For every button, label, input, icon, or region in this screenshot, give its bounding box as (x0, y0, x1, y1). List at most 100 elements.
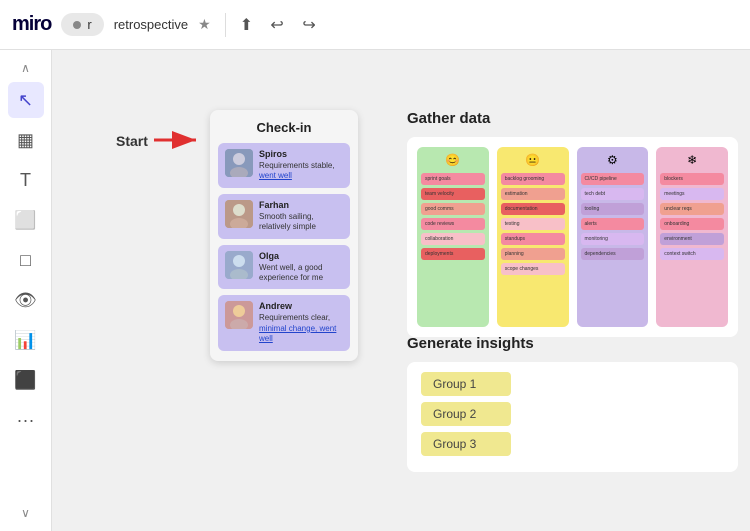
checkin-card-andrew: Andrew Requirements clear, minimal chang… (218, 295, 350, 350)
more-icon: ··· (17, 410, 35, 431)
avatar-farhan (225, 200, 253, 228)
sticky-11: standups (501, 233, 565, 245)
upload-icon[interactable]: ⬆ (240, 15, 253, 35)
eye-tool-button[interactable]: 👁 (8, 282, 44, 318)
card-content-olga: Olga Went well, a good experience for me (259, 251, 343, 284)
card-text-olga: Went well, a good experience for me (259, 263, 343, 284)
board-title: retrospective (114, 17, 188, 32)
emoji-green: 😊 (421, 153, 485, 167)
sticky-13: scope changes (501, 263, 565, 275)
redo-button[interactable]: ↪ (295, 11, 323, 39)
sticky-7: backlog grooming (501, 173, 565, 185)
sticky-12: planning (501, 248, 565, 260)
avatar-andrew (225, 301, 253, 329)
avatar-spiros (225, 149, 253, 177)
board-col-green: 😊 sprint goals team velocity good comms … (417, 147, 489, 327)
chevron-down-icon: ∨ (21, 506, 30, 520)
sticky-5: collaboration (421, 233, 485, 245)
sticky-16: tooling (581, 203, 645, 215)
insight-group-2[interactable]: Group 2 (421, 402, 511, 426)
sticky-6: deployments (421, 248, 485, 260)
sticky-9: documentation (501, 203, 565, 215)
card-content-andrew: Andrew Requirements clear, minimal chang… (259, 301, 343, 344)
eye-icon: 👁 (14, 290, 37, 311)
gather-data-title: Gather data (407, 110, 738, 127)
checkin-title: Check-in (218, 120, 350, 135)
checkin-panel: Check-in Spiros Requirements stable, wen… (210, 110, 358, 361)
insights-board: Group 1 Group 2 Group 3 (407, 362, 738, 472)
table-icon: ▦ (17, 130, 34, 151)
sticky-18: monitoring (581, 233, 645, 245)
tab-indicator: r (87, 17, 91, 32)
checkin-card-farhan: Farhan Smooth sailing, relatively simple (218, 194, 350, 239)
insight-group-1[interactable]: Group 1 (421, 372, 511, 396)
card-text-farhan: Smooth sailing, relatively simple (259, 212, 343, 233)
sticky-14: CI/CD pipeline (581, 173, 645, 185)
frame-icon: ⬛ (14, 370, 36, 391)
shape-icon: □ (20, 250, 31, 271)
frame-tool-button[interactable]: ⬛ (8, 362, 44, 398)
chart-icon: 📊 (14, 330, 36, 351)
topbar: miro r retrospective ★ ⬆ ↩ ↪ (0, 0, 750, 50)
card-name-spiros: Spiros (259, 149, 343, 159)
insight-group-3[interactable]: Group 3 (421, 432, 511, 456)
left-toolbar: ∧ ↖ ▦ T ⬜ □ 👁 📊 ⬛ ··· ∨ (0, 50, 52, 531)
sticky-10: testing (501, 218, 565, 230)
gather-board: 😊 sprint goals team velocity good comms … (407, 137, 738, 337)
checkin-card-olga: Olga Went well, a good experience for me (218, 245, 350, 290)
main-area: ∧ ↖ ▦ T ⬜ □ 👁 📊 ⬛ ··· ∨ (0, 50, 750, 531)
divider (225, 13, 226, 37)
start-arrow (152, 126, 202, 154)
checkin-card-spiros: Spiros Requirements stable, went well (218, 143, 350, 188)
sticky-24: environment (660, 233, 724, 245)
table-tool-button[interactable]: ▦ (8, 122, 44, 158)
card-text-spiros: Requirements stable, went well (259, 161, 343, 182)
undo-button[interactable]: ↩ (263, 11, 291, 39)
shape-tool-button[interactable]: □ (8, 242, 44, 278)
sticky-2: team velocity (421, 188, 485, 200)
miro-logo: miro (12, 13, 51, 36)
card-content-farhan: Farhan Smooth sailing, relatively simple (259, 200, 343, 233)
sticky-21: meetings (660, 188, 724, 200)
board-col-yellow: 😐 backlog grooming estimation documentat… (497, 147, 569, 327)
board-col-pink: ❄ blockers meetings unclear reqs onboard… (656, 147, 728, 327)
undo-redo-group: ↩ ↪ (263, 11, 323, 39)
emoji-yellow: 😐 (501, 153, 565, 167)
star-icon[interactable]: ★ (198, 16, 211, 33)
cursor-tool-button[interactable]: ↖ (8, 82, 44, 118)
gather-data-section: Gather data 😊 sprint goals team velocity… (407, 110, 738, 337)
sticky-3: good comms (421, 203, 485, 215)
generate-insights-section: Generate insights Group 1 Group 2 Group … (407, 335, 738, 472)
chevron-up-icon: ∧ (21, 61, 30, 75)
collapse-up-button[interactable]: ∧ (8, 58, 44, 78)
start-label: Start (116, 133, 148, 149)
card-name-andrew: Andrew (259, 301, 343, 311)
sticky-25: context switch (660, 248, 724, 260)
tab-dot (73, 21, 81, 29)
sticky-17: alerts (581, 218, 645, 230)
sticky-19: dependencies (581, 248, 645, 260)
generate-insights-title: Generate insights (407, 335, 738, 352)
card-content-spiros: Spiros Requirements stable, went well (259, 149, 343, 182)
chart-tool-button[interactable]: 📊 (8, 322, 44, 358)
sticky-8: estimation (501, 188, 565, 200)
card-name-farhan: Farhan (259, 200, 343, 210)
more-tools-button[interactable]: ··· (8, 402, 44, 438)
board-col-purple: ⚙ CI/CD pipeline tech debt tooling alert… (577, 147, 649, 327)
canvas: Start Check-in (52, 50, 750, 531)
text-icon: T (20, 170, 31, 191)
tab-pill[interactable]: r (61, 13, 103, 36)
sticky-icon: ⬜ (14, 210, 36, 231)
sticky-1: sprint goals (421, 173, 485, 185)
emoji-purple: ⚙ (581, 153, 645, 167)
sticky-23: onboarding (660, 218, 724, 230)
card-name-olga: Olga (259, 251, 343, 261)
collapse-down-button[interactable]: ∨ (8, 503, 44, 523)
text-tool-button[interactable]: T (8, 162, 44, 198)
card-text-andrew: Requirements clear, minimal change, went… (259, 313, 343, 344)
sticky-4: code reviews (421, 218, 485, 230)
avatar-olga (225, 251, 253, 279)
emoji-pink: ❄ (660, 153, 724, 167)
sticky-22: unclear reqs (660, 203, 724, 215)
sticky-tool-button[interactable]: ⬜ (8, 202, 44, 238)
